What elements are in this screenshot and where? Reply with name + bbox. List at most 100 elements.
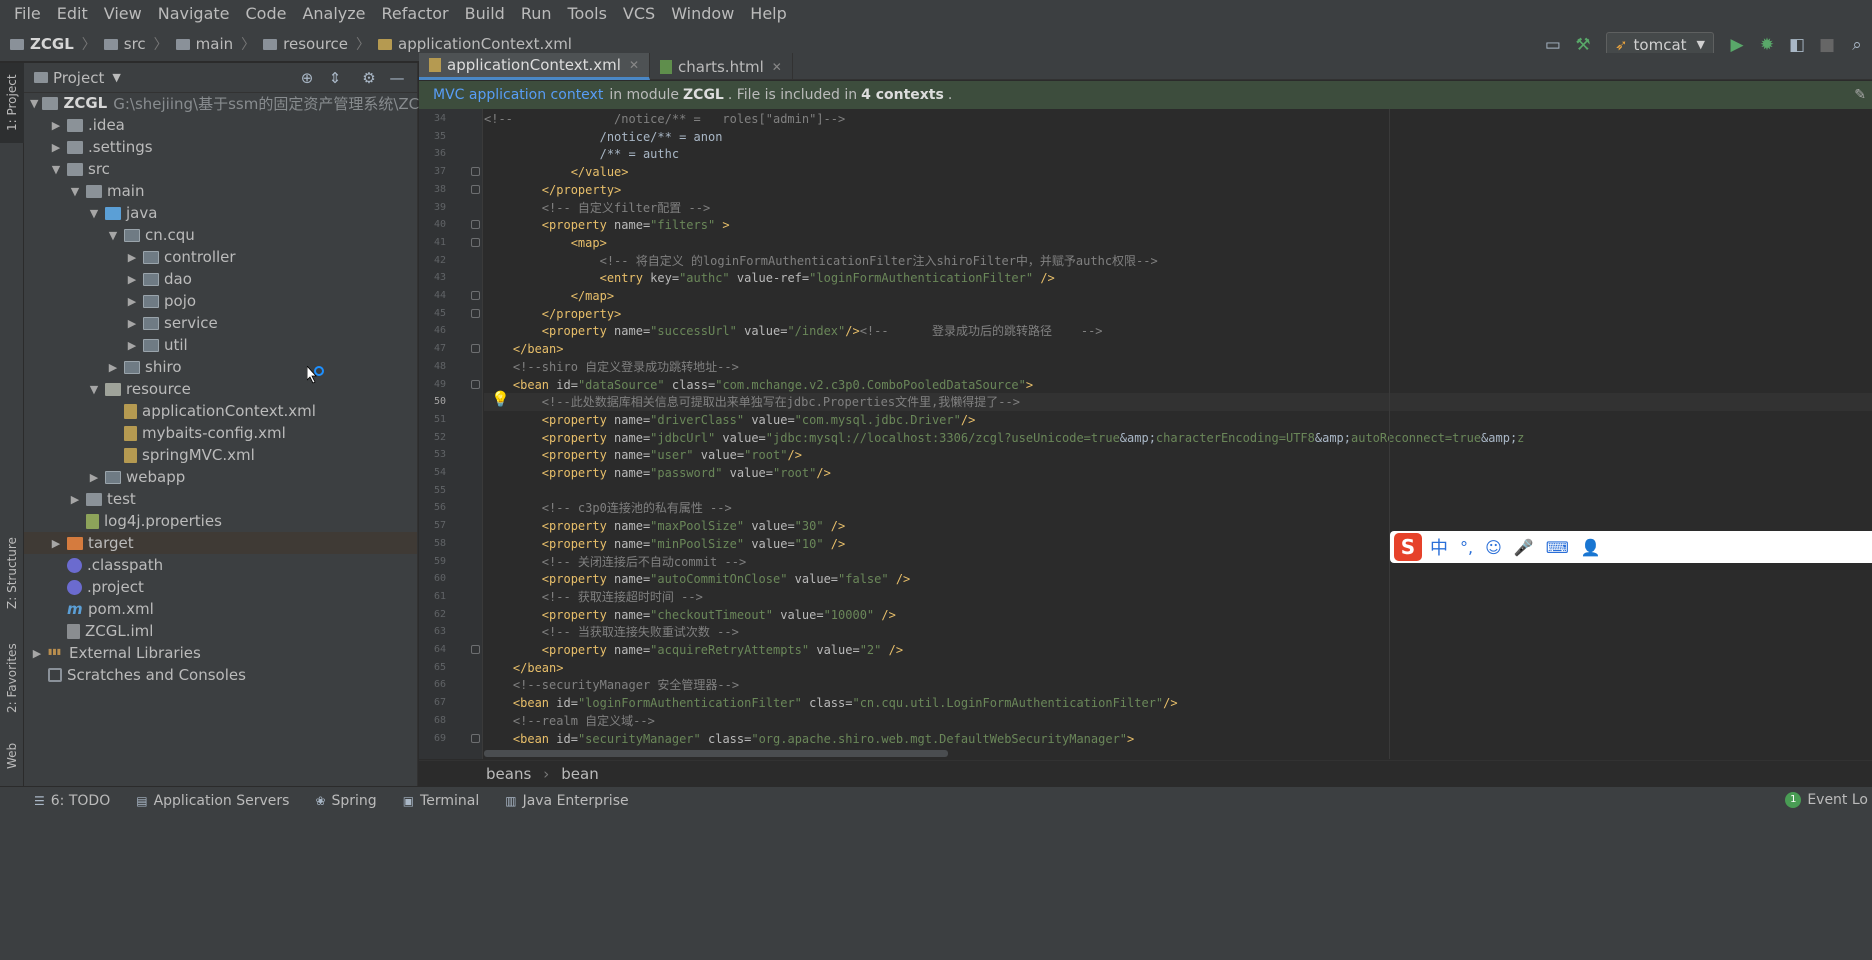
tree-item[interactable]: m pom.xml — [24, 598, 417, 620]
locate-icon[interactable]: ⊕ — [293, 69, 321, 87]
tool-window-java-enterprise[interactable]: ▥ Java Enterprise — [505, 793, 628, 809]
tree-item[interactable]: ▼ main — [24, 180, 417, 202]
tree-item[interactable]: ▼ resource — [24, 378, 417, 400]
tree-item[interactable]: ▶ controller — [24, 246, 417, 268]
expanded-arrow-icon[interactable]: ▼ — [68, 185, 82, 198]
tree-item[interactable]: ▶ ▮▮▮ External Libraries — [24, 642, 417, 664]
menu-navigate[interactable]: Navigate — [150, 4, 238, 23]
tool-window-6-todo[interactable]: ☰ 6: TODO — [34, 793, 110, 809]
collapsed-arrow-icon[interactable]: ▶ — [125, 339, 139, 352]
menu-view[interactable]: View — [96, 4, 150, 23]
collapsed-arrow-icon[interactable]: ▶ — [87, 471, 101, 484]
expanded-arrow-icon[interactable]: ▼ — [87, 207, 101, 220]
menu-build[interactable]: Build — [457, 4, 513, 23]
tree-item[interactable]: springMVC.xml — [24, 444, 417, 466]
crumb-item[interactable]: resource — [283, 35, 348, 53]
minimize-icon[interactable]: — — [383, 69, 411, 87]
fold-marker-icon[interactable] — [471, 167, 480, 177]
tree-item[interactable]: ▶ target — [24, 532, 417, 554]
fold-marker-icon[interactable] — [471, 291, 480, 300]
expanded-arrow-icon[interactable]: ▼ — [49, 163, 63, 176]
menu-run[interactable]: Run — [513, 4, 560, 23]
close-icon[interactable]: ✕ — [772, 60, 782, 74]
tree-item[interactable]: ▶ service — [24, 312, 417, 334]
fold-marker-icon[interactable] — [471, 308, 480, 318]
collapsed-arrow-icon[interactable]: ▶ — [125, 273, 139, 286]
collapsed-arrow-icon[interactable]: ▶ — [49, 537, 63, 550]
tree-item[interactable]: ▼ src — [24, 158, 417, 180]
crumb-item[interactable]: applicationContext.xml — [398, 35, 572, 53]
menu-help[interactable]: Help — [742, 4, 794, 23]
tree-item[interactable]: ▼ java — [24, 202, 417, 224]
tree-item[interactable]: .classpath — [24, 554, 417, 576]
close-icon[interactable]: ✕ — [629, 58, 639, 72]
tool-window-terminal[interactable]: ▣ Terminal — [403, 793, 480, 809]
menu-analyze[interactable]: Analyze — [294, 4, 373, 23]
tree-item[interactable]: ▶ shiro — [24, 356, 417, 378]
collapsed-arrow-icon[interactable]: ▶ — [68, 493, 82, 506]
fold-marker-icon[interactable] — [471, 237, 480, 247]
mvc-context-link[interactable]: MVC application context — [433, 87, 603, 103]
tree-item[interactable]: ▶ test — [24, 488, 417, 510]
intention-bulb-icon[interactable]: 💡 — [491, 390, 510, 408]
collapse-all-icon[interactable]: ⇕ — [321, 69, 349, 87]
expanded-arrow-icon[interactable]: ▼ — [87, 383, 101, 396]
tree-item[interactable]: Scratches and Consoles — [24, 664, 417, 686]
chevron-down-icon[interactable]: ▼ — [112, 71, 120, 84]
event-log-button[interactable]: 1 Event Lo — [1785, 786, 1872, 814]
tool-window-spring[interactable]: ❀ Spring — [315, 793, 376, 809]
collapsed-arrow-icon[interactable]: ▶ — [125, 295, 139, 308]
menu-code[interactable]: Code — [238, 4, 295, 23]
fold-marker-icon[interactable] — [471, 220, 480, 230]
punctuation-icon[interactable]: °, — [1460, 538, 1473, 557]
fold-marker-icon[interactable] — [471, 379, 480, 389]
horizontal-scrollbar[interactable] — [484, 750, 948, 757]
tree-item[interactable]: log4j.properties — [24, 510, 417, 532]
tab-applicationcontext-xml[interactable]: applicationContext.xml ✕ — [419, 53, 650, 80]
menu-file[interactable]: File — [6, 4, 49, 23]
tree-item[interactable]: ▶ .idea — [24, 114, 417, 136]
tool-window-application-servers[interactable]: ▤ Application Servers — [136, 793, 289, 809]
tab-favorites[interactable]: 2: Favorites — [0, 628, 24, 728]
menu-tools[interactable]: Tools — [560, 4, 615, 23]
collapsed-arrow-icon[interactable]: ▶ — [49, 119, 63, 132]
expanded-arrow-icon[interactable]: ▼ — [30, 97, 38, 110]
collapsed-arrow-icon[interactable]: ▶ — [49, 141, 63, 154]
collapsed-arrow-icon[interactable]: ▶ — [125, 317, 139, 330]
tree-item[interactable]: applicationContext.xml — [24, 400, 417, 422]
tab-structure[interactable]: Z: Structure — [0, 523, 24, 623]
collapsed-arrow-icon[interactable]: ▶ — [106, 361, 120, 374]
ime-toolbar[interactable]: S 中 °, ☺ 🎤 ⌨ 👤 — [1390, 531, 1872, 563]
editor-crumb-item[interactable]: beans — [486, 765, 531, 783]
tree-item[interactable]: ▶ util — [24, 334, 417, 356]
tab-project[interactable]: 1: Project — [0, 63, 24, 143]
tree-item[interactable]: mybaits-config.xml — [24, 422, 417, 444]
user-icon[interactable]: 👤 — [1581, 538, 1601, 557]
tree-item[interactable]: ▶ webapp — [24, 466, 417, 488]
crumb-item[interactable]: ZCGL — [30, 35, 74, 53]
menu-window[interactable]: Window — [663, 4, 742, 23]
tree-item[interactable]: .project — [24, 576, 417, 598]
crumb-item[interactable]: src — [124, 35, 146, 53]
microphone-icon[interactable]: 🎤 — [1514, 538, 1534, 557]
code-editor[interactable]: <!-- /notice/** = roles["admin"]--> /not… — [484, 109, 1872, 759]
keyboard-icon[interactable]: ⌨ — [1546, 538, 1569, 557]
tree-item[interactable]: ▶ .settings — [24, 136, 417, 158]
menu-refactor[interactable]: Refactor — [374, 4, 457, 23]
tab-web[interactable]: Web — [0, 731, 24, 781]
fold-marker-icon[interactable] — [471, 184, 480, 194]
tree-item[interactable]: ZCGL.iml — [24, 620, 417, 642]
fold-marker-icon[interactable] — [471, 645, 480, 654]
menu-edit[interactable]: Edit — [49, 4, 96, 23]
ime-mode[interactable]: 中 — [1430, 534, 1448, 560]
tree-item[interactable]: ▶ dao — [24, 268, 417, 290]
crumb-item[interactable]: main — [196, 35, 233, 53]
tree-item[interactable]: ▼ ZCGL G:\shejiing\基于ssm的固定资产管理系统\ZCGL — [24, 92, 439, 114]
editor-crumb-item[interactable]: bean — [561, 765, 598, 783]
tree-item[interactable]: ▶ pojo — [24, 290, 417, 312]
fold-marker-icon[interactable] — [471, 733, 480, 743]
edit-pencil-icon[interactable]: ✎ — [1854, 87, 1866, 103]
expanded-arrow-icon[interactable]: ▼ — [106, 229, 120, 242]
emoji-icon[interactable]: ☺ — [1485, 538, 1502, 557]
fold-marker-icon[interactable] — [471, 344, 480, 354]
